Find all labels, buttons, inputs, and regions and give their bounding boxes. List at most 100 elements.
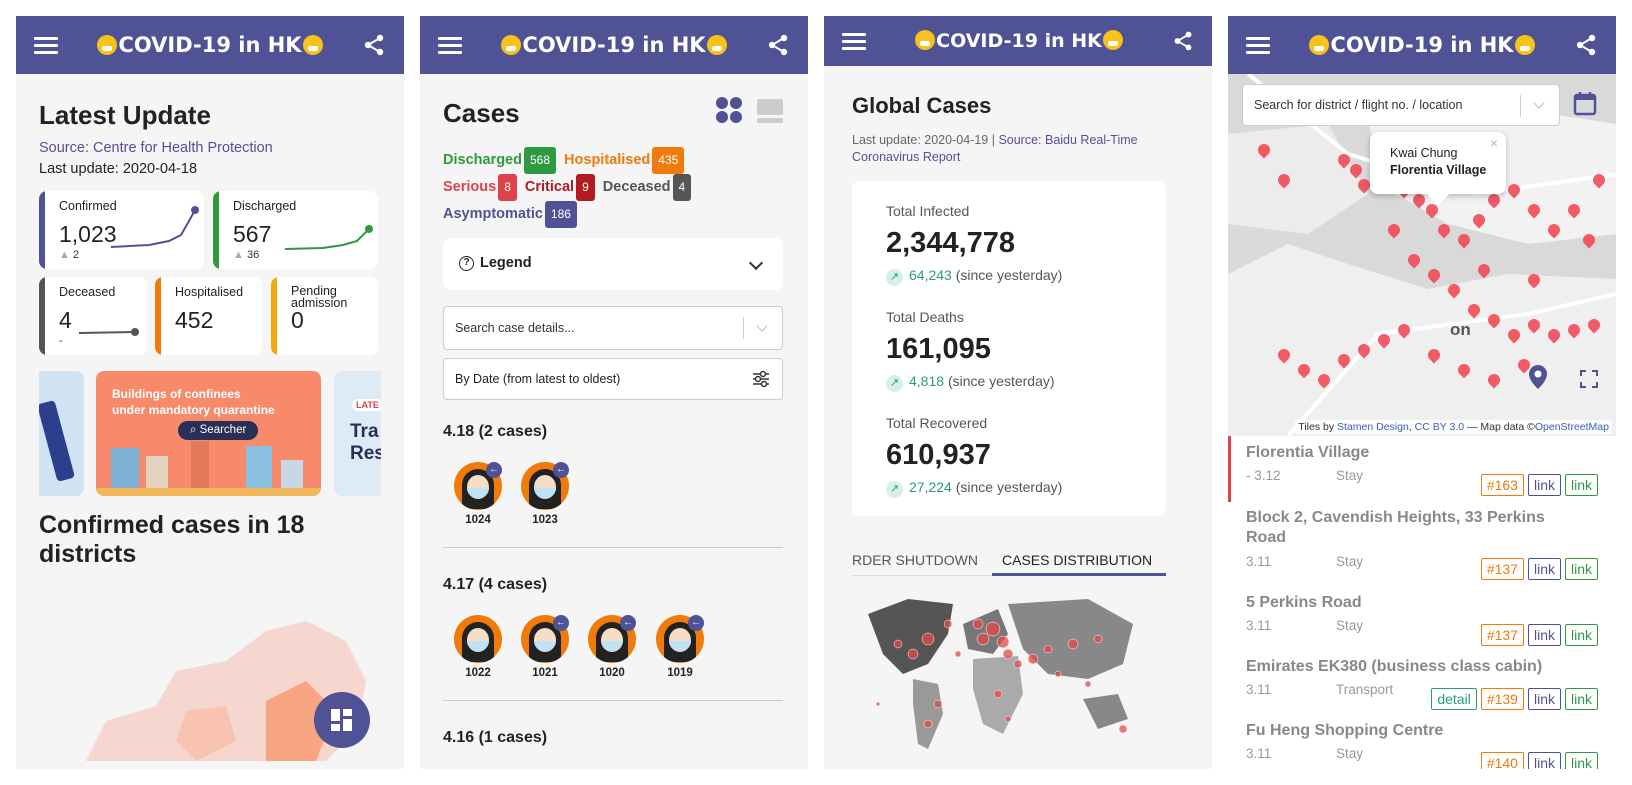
map-attribution: Tiles by Stamen Design, CC BY 3.0 — Map … (1295, 420, 1612, 434)
list-item[interactable]: Fu Heng Shopping Centre 3.11 Stay #140 lin… (1246, 722, 1598, 769)
pending-card[interactable]: Pending admission 0 (271, 277, 378, 355)
legend-expander[interactable]: ? Legend (443, 238, 783, 290)
tab-border-shutdown[interactable]: RDER SHUTDOWN (852, 552, 978, 568)
discharged-label: Discharged (443, 152, 522, 168)
location-name: Block 2, Cavendish Heights, 33 Perkins R… (1246, 509, 1545, 546)
stat-value: 161,095 (886, 333, 991, 365)
app-title: COVID-19 in HK (96, 33, 323, 57)
discharged-sparkline (284, 225, 373, 250)
stat-delta: ↗ 4,818 (since yesterday) (886, 373, 1055, 392)
quarantine-banner[interactable]: Buildings of confinees under mandatory q… (96, 371, 321, 496)
menu-icon[interactable] (842, 32, 866, 50)
menu-icon[interactable] (438, 36, 462, 54)
case-avatar[interactable] (454, 615, 502, 663)
list-view-icon[interactable] (756, 98, 784, 124)
list-item[interactable]: Florentia Village - 3.12 Stay #163 link lin… (1246, 444, 1598, 496)
chevron-down-icon (748, 255, 764, 271)
grid-icon (331, 709, 352, 731)
banner-side-text: Res (350, 443, 381, 464)
page-title: Global Cases (852, 93, 992, 118)
searcher-button[interactable]: ⌕ Searcher (178, 421, 259, 440)
stat-value: 452 (175, 307, 214, 333)
list-item[interactable]: 5 Perkins Road 3.11 Stay #137 link link (1246, 594, 1598, 646)
case-tag[interactable]: #139 (1480, 688, 1524, 710)
stat-label: Deceased (59, 285, 116, 299)
chevron-down-icon[interactable] (1533, 97, 1545, 109)
deceased-label: Deceased (602, 179, 671, 195)
sort-select[interactable]: By Date (from latest to oldest) (443, 358, 783, 400)
grid-view-icon[interactable] (715, 96, 743, 124)
case-tag[interactable]: #163 (1480, 474, 1524, 496)
link-tag[interactable]: link (1527, 752, 1561, 769)
fullscreen-icon[interactable] (1580, 370, 1598, 388)
case-number: 1024 (465, 514, 491, 526)
link-tag[interactable]: link (1527, 688, 1561, 710)
share-icon[interactable] (1574, 33, 1598, 57)
link-tag[interactable]: link (1527, 558, 1561, 580)
mask-face-icon (1514, 35, 1535, 55)
case-group-title: 4.17 (4 cases) (443, 576, 548, 593)
case-summary: Discharged 568 Hospitalised 435 Serious 8 C… (443, 147, 783, 228)
case-search-input[interactable]: Search case details... (443, 306, 783, 350)
case-tag[interactable]: #137 (1480, 558, 1524, 580)
close-icon[interactable]: × (1490, 135, 1498, 151)
world-cases-map[interactable] (858, 594, 1148, 754)
map-popup: × Kwai Chung Florentia Village (1370, 132, 1506, 206)
last-update-text: Last update: 2020-04-18 (39, 161, 198, 177)
osm-link[interactable]: OpenStreetMap (1535, 421, 1609, 433)
source-link[interactable]: Source: Centre for Health Protection (39, 140, 273, 156)
menu-icon[interactable] (1246, 36, 1270, 54)
stat-value: 567 (233, 221, 272, 247)
deceased-card[interactable]: Deceased 4 - (39, 277, 147, 355)
up-triangle-icon: ▲ (233, 249, 247, 261)
hospitalised-card[interactable]: Hospitalised 452 (155, 277, 262, 355)
share-icon[interactable] (766, 33, 790, 57)
link-tag[interactable]: link (1564, 558, 1598, 580)
case-tag[interactable]: #137 (1480, 624, 1524, 646)
detail-tag[interactable]: detail (1431, 688, 1477, 710)
asymptomatic-label: Asymptomatic (443, 206, 543, 222)
app-bar: COVID-19 in HK (420, 16, 808, 74)
link-tag[interactable]: link (1527, 474, 1561, 496)
filter-sliders-icon[interactable] (752, 370, 770, 388)
banner-carousel[interactable]: Buildings of confinees under mandatory q… (39, 371, 381, 496)
banner-title-2: under mandatory quarantine (112, 403, 275, 417)
case-number: 1019 (667, 667, 693, 679)
link-tag[interactable]: link (1564, 752, 1598, 769)
imported-arrow-icon: ← (553, 615, 569, 631)
list-item[interactable]: Block 2, Cavendish Heights, 33 Perkins R… (1246, 508, 1598, 580)
stamen-link[interactable]: Stamen Design (1337, 421, 1409, 433)
app-title: COVID-19 in HK (1308, 33, 1535, 57)
location-tags: #163 link link (1477, 474, 1598, 496)
menu-icon[interactable] (34, 36, 58, 54)
location-pin-icon[interactable] (1528, 364, 1548, 390)
confirmed-card[interactable]: Confirmed 1,023 ▲ 2 (39, 191, 204, 269)
tab-cases-distribution[interactable]: CASES DISTRIBUTION (1002, 552, 1152, 568)
discharged-card[interactable]: Discharged 567 ▲ 36 (213, 191, 378, 269)
dashboard-fab[interactable] (314, 692, 370, 748)
calendar-icon[interactable] (1573, 90, 1597, 116)
location-search[interactable]: Search for district / flight no. / locat… (1242, 84, 1560, 126)
serious-count: 8 (498, 174, 517, 201)
share-icon[interactable] (362, 33, 386, 57)
location-name: 5 Perkins Road (1246, 594, 1362, 611)
sick-face-icon (1309, 35, 1330, 55)
link-tag[interactable]: link (1564, 474, 1598, 496)
case-markers[interactable] (1228, 74, 1616, 436)
link-tag[interactable]: link (1527, 624, 1561, 646)
case-tag[interactable]: #140 (1480, 752, 1524, 769)
share-icon[interactable] (1172, 30, 1194, 52)
sort-label: By Date (from latest to oldest) (455, 372, 621, 386)
link-tag[interactable]: link (1564, 688, 1598, 710)
card-accent (213, 191, 219, 269)
license-link[interactable]: CC BY 3.0 (1415, 421, 1464, 433)
trend-up-icon: ↗ (886, 375, 903, 392)
confirmed-sparkline (110, 206, 199, 248)
banner-next[interactable]: LATE Tra Res (334, 371, 381, 496)
chevron-down-icon[interactable] (756, 320, 768, 332)
list-item[interactable]: Emirates EK380 (business class cabin) 3.… (1246, 658, 1598, 710)
link-tag[interactable]: link (1564, 624, 1598, 646)
trend-up-icon: ↗ (886, 269, 903, 286)
banner-prev[interactable] (39, 371, 84, 496)
cases-map[interactable]: on Search for district / flight no. / lo… (1228, 74, 1616, 436)
